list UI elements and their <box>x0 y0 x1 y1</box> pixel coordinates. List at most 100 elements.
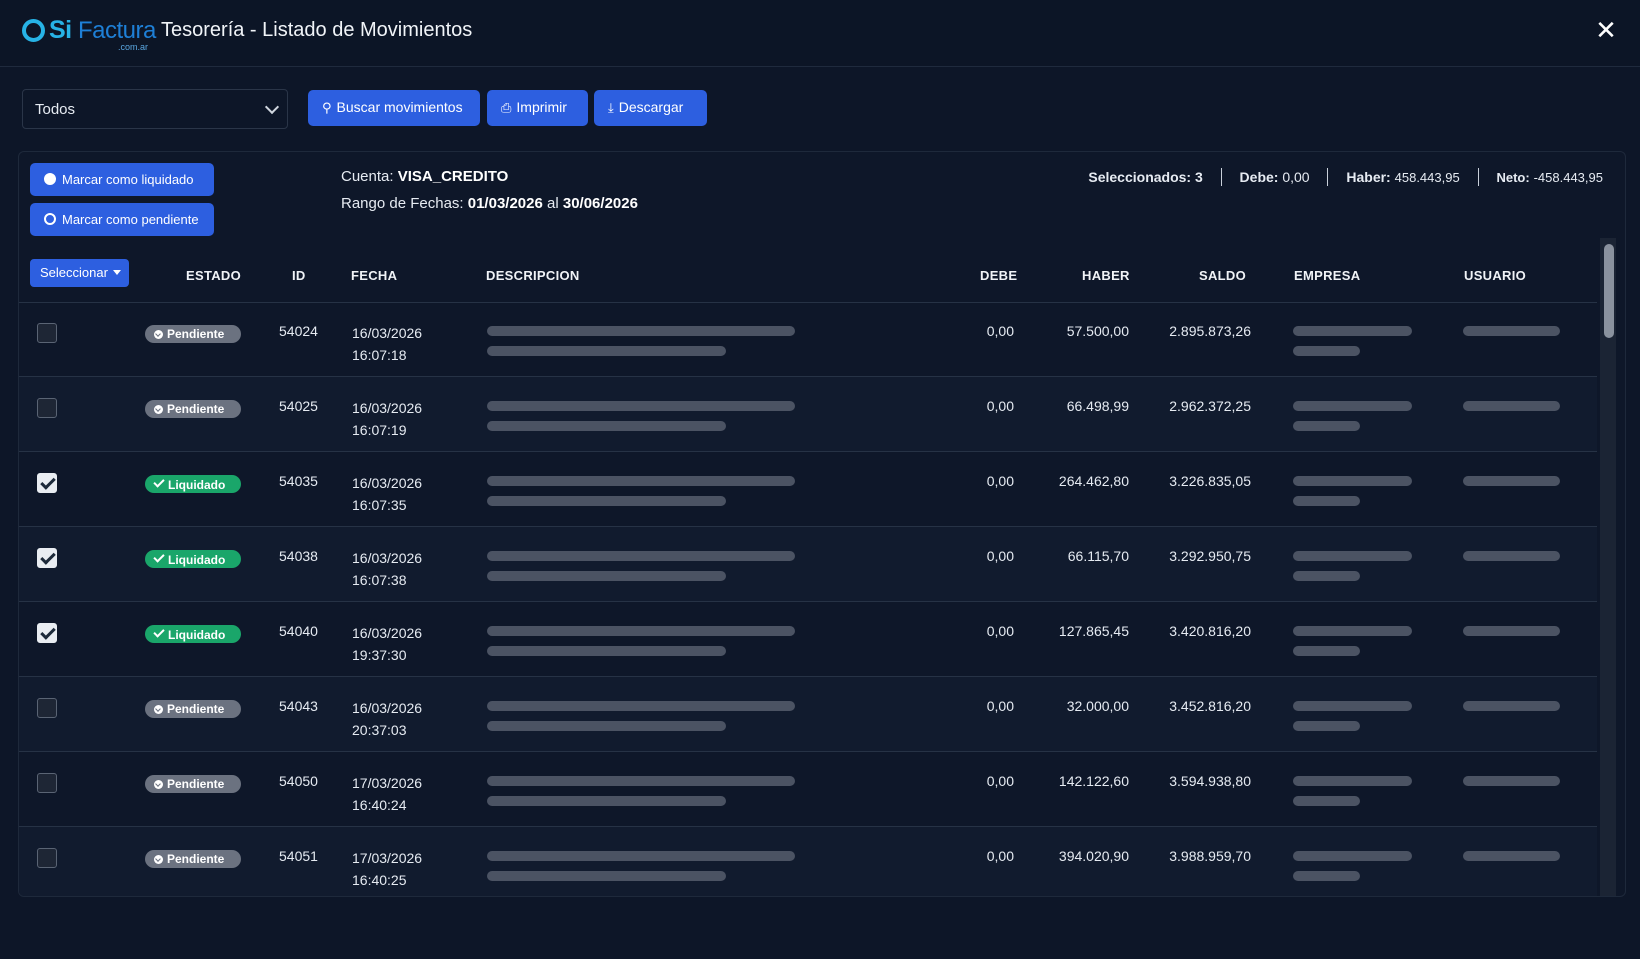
row-time: 16:40:24 <box>352 797 407 813</box>
empresa-redacted-bar <box>1293 571 1360 581</box>
col-id[interactable]: ID <box>292 268 306 283</box>
table-row[interactable]: Pendiente 54051 17/03/2026 16:40:25 0,00 394.… <box>19 827 1597 896</box>
debe-label: Debe: <box>1239 169 1279 185</box>
account-value: VISA_CREDITO <box>397 168 509 185</box>
close-icon[interactable]: ✕ <box>1592 16 1620 44</box>
row-saldo: 2.895.873,26 <box>1169 323 1251 339</box>
check-circle-icon <box>154 780 163 789</box>
row-saldo: 3.226.835,05 <box>1169 473 1251 489</box>
select-dropdown-button[interactable]: Seleccionar <box>30 259 129 287</box>
table-row[interactable]: Pendiente 54050 17/03/2026 16:40:24 0,00 142.… <box>19 752 1597 827</box>
select-dropdown-label: Seleccionar <box>40 265 108 280</box>
search-movements-button[interactable]: ⚲ Buscar movimientos <box>308 90 480 126</box>
row-checkbox[interactable] <box>37 698 57 718</box>
row-fecha: 16/03/2026 16:07:19 <box>352 397 422 441</box>
description-redacted-bar <box>487 796 726 806</box>
table-body: Pendiente 54024 16/03/2026 16:07:18 0,00 57.5… <box>19 302 1597 896</box>
row-checkbox[interactable] <box>37 623 57 643</box>
print-button[interactable]: ⎙ Imprimir <box>487 90 588 126</box>
description-redacted-bar <box>487 551 795 561</box>
selected-label: Seleccionados: <box>1088 169 1192 185</box>
row-id: 54038 <box>279 548 318 564</box>
search-icon: ⚲ <box>322 100 332 115</box>
row-saldo: 3.292.950,75 <box>1169 548 1251 564</box>
logo-domain-text: .com.ar <box>118 42 149 52</box>
description-redacted-bar <box>487 626 795 636</box>
logo-si-text: Si <box>49 16 72 44</box>
row-fecha: 16/03/2026 20:37:03 <box>352 697 422 741</box>
status-badge: Pendiente <box>145 400 241 418</box>
row-checkbox[interactable] <box>37 323 57 343</box>
clock-circle-icon <box>44 213 56 225</box>
status-badge-label: Liquidado <box>168 628 226 642</box>
col-fecha[interactable]: FECHA <box>351 268 397 283</box>
col-haber[interactable]: HABER <box>1082 268 1130 283</box>
scrollbar-thumb[interactable] <box>1604 244 1614 338</box>
haber-value: 458.443,95 <box>1394 170 1460 185</box>
table-row[interactable]: Pendiente 54043 16/03/2026 20:37:03 0,00 32.0… <box>19 677 1597 752</box>
description-redacted-bar <box>487 871 726 881</box>
logo-ring-icon <box>22 19 45 42</box>
mark-settled-button[interactable]: Marcar como liquidado <box>30 163 214 196</box>
mark-pending-label: Marcar como pendiente <box>62 212 199 227</box>
table-row[interactable]: Liquidado 54040 16/03/2026 19:37:30 0,00 127.… <box>19 602 1597 677</box>
usuario-redacted-bar <box>1463 701 1560 711</box>
row-fecha: 17/03/2026 16:40:25 <box>352 847 422 891</box>
row-saldo: 2.962.372,25 <box>1169 398 1251 414</box>
table-row[interactable]: Liquidado 54035 16/03/2026 16:07:35 0,00 264.… <box>19 452 1597 527</box>
filter-select-value: Todos <box>35 101 76 118</box>
debe-value: 0,00 <box>1282 169 1310 185</box>
check-icon <box>153 476 165 488</box>
table-row[interactable]: Pendiente 54025 16/03/2026 16:07:19 0,00 66.4… <box>19 377 1597 452</box>
col-estado[interactable]: ESTADO <box>186 268 241 283</box>
download-button[interactable]: ⤓ Descargar <box>594 90 707 126</box>
neto-label: Neto: <box>1496 170 1530 185</box>
row-checkbox[interactable] <box>37 848 57 868</box>
status-badge-label: Liquidado <box>168 478 226 492</box>
row-fecha: 16/03/2026 16:07:18 <box>352 322 422 366</box>
status-badge-label: Pendiente <box>167 402 225 416</box>
usuario-redacted-bar <box>1463 776 1560 786</box>
description-redacted-bar <box>487 571 726 581</box>
row-time: 16:40:25 <box>352 872 407 888</box>
row-id: 54035 <box>279 473 318 489</box>
filter-select[interactable]: Todos <box>22 89 288 129</box>
row-checkbox[interactable] <box>37 398 57 418</box>
row-checkbox[interactable] <box>37 773 57 793</box>
check-circle-icon <box>44 173 56 185</box>
mark-pending-button[interactable]: Marcar como pendiente <box>30 203 214 236</box>
date-range-to: 30/06/2026 <box>562 195 638 212</box>
summary-divider <box>1327 168 1329 186</box>
usuario-redacted-bar <box>1463 326 1560 336</box>
col-debe[interactable]: DEBE <box>980 268 1017 283</box>
col-descripcion[interactable]: DESCRIPCION <box>486 268 580 283</box>
row-haber: 142.122,60 <box>1058 773 1129 789</box>
empresa-redacted-bar <box>1293 721 1360 731</box>
description-redacted-bar <box>487 646 726 656</box>
row-saldo: 3.594.938,80 <box>1169 773 1251 789</box>
description-redacted-bar <box>487 776 795 786</box>
row-checkbox[interactable] <box>37 548 57 568</box>
table-row[interactable]: Liquidado 54038 16/03/2026 16:07:38 0,00 66.1… <box>19 527 1597 602</box>
table-row[interactable]: Pendiente 54024 16/03/2026 16:07:18 0,00 57.5… <box>19 302 1597 377</box>
col-empresa[interactable]: EMPRESA <box>1294 268 1360 283</box>
account-label: Cuenta: <box>341 168 394 185</box>
row-checkbox[interactable] <box>37 473 57 493</box>
row-date: 16/03/2026 <box>352 700 423 716</box>
row-id: 54051 <box>279 848 318 864</box>
col-usuario[interactable]: USUARIO <box>1464 268 1526 283</box>
chevron-down-icon <box>264 99 280 115</box>
row-fecha: 16/03/2026 19:37:30 <box>352 622 422 666</box>
row-haber: 394.020,90 <box>1058 848 1129 864</box>
neto-value: -458.443,95 <box>1533 170 1603 185</box>
empresa-redacted-bar <box>1293 871 1360 881</box>
date-range-from: 01/03/2026 <box>467 195 543 212</box>
description-redacted-bar <box>487 851 795 861</box>
description-redacted-bar <box>487 496 726 506</box>
page-title: Tesorería - Listado de Movimientos <box>161 19 473 41</box>
row-haber: 32.000,00 <box>1066 698 1129 714</box>
row-time: 16:07:35 <box>352 497 407 513</box>
col-saldo[interactable]: SALDO <box>1199 268 1246 283</box>
row-date: 17/03/2026 <box>352 850 423 866</box>
row-date: 16/03/2026 <box>352 550 423 566</box>
